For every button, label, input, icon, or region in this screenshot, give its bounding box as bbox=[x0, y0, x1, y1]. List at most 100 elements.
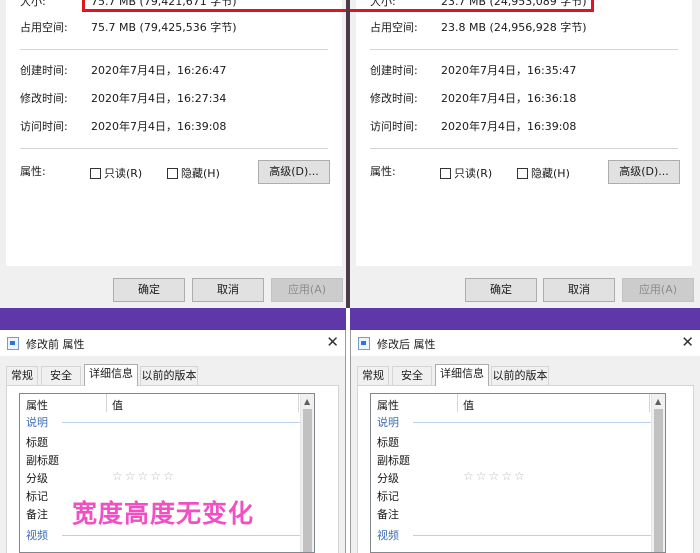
highlight-box bbox=[82, 0, 350, 12]
hidden-label: 隐藏(H) bbox=[531, 167, 570, 180]
divider-band bbox=[0, 308, 700, 330]
scroll-thumb[interactable] bbox=[654, 409, 663, 552]
tab-details[interactable]: 详细信息 bbox=[84, 364, 138, 386]
tab-previous-versions[interactable]: 以前的版本 bbox=[140, 366, 198, 385]
general-panel: 大小: 75.7 MB (79,421,671 字节) 占用空间: 75.7 M… bbox=[6, 0, 350, 266]
general-panel: 大小: 23.7 MB (24,953,089 字节) 占用空间: 23.8 M… bbox=[350, 0, 692, 266]
divider bbox=[370, 49, 678, 50]
list-item[interactable]: 标题 bbox=[26, 434, 48, 450]
section-header-video: 视频 bbox=[377, 527, 653, 543]
modified-value: 2020年7月4日，16:27:34 bbox=[91, 92, 227, 105]
section-line bbox=[413, 535, 653, 536]
column-property[interactable]: 属性 bbox=[377, 397, 399, 413]
section-line bbox=[62, 535, 302, 536]
column-separator[interactable] bbox=[298, 394, 299, 412]
disk-size-label: 占用空间: bbox=[20, 21, 68, 34]
modified-label: 修改时间: bbox=[370, 92, 418, 105]
file-properties-icon bbox=[7, 337, 19, 350]
tab-security[interactable]: 安全 bbox=[392, 366, 432, 385]
hidden-checkbox[interactable]: 隐藏(H) bbox=[167, 166, 220, 180]
section-label: 说明 bbox=[377, 416, 399, 429]
ok-button[interactable]: 确定 bbox=[113, 278, 185, 302]
band-gap bbox=[346, 308, 350, 330]
checkbox-unchecked-icon[interactable] bbox=[90, 167, 101, 179]
section-header-description: 说明 bbox=[26, 414, 302, 430]
properties-dialog-after: 修改后 属性 ✕ 常规 安全 详细信息 以前的版本 属性 值 说明 标题 副标题… bbox=[350, 330, 700, 553]
checkbox-unchecked-icon[interactable] bbox=[167, 167, 178, 179]
apply-button[interactable]: 应用(A) bbox=[271, 278, 343, 302]
column-value[interactable]: 值 bbox=[463, 397, 474, 413]
disk-size-value: 75.7 MB (79,425,536 字节) bbox=[91, 21, 237, 34]
vertical-scrollbar[interactable]: ▲ bbox=[651, 394, 665, 552]
section-header-description: 说明 bbox=[377, 414, 653, 430]
list-item[interactable]: 分级 bbox=[377, 470, 399, 486]
accessed-label: 访问时间: bbox=[20, 120, 68, 133]
tab-general[interactable]: 常规 bbox=[6, 366, 38, 385]
divider bbox=[20, 148, 328, 149]
column-separator[interactable] bbox=[106, 394, 107, 412]
scroll-up-arrow-icon[interactable]: ▲ bbox=[304, 397, 310, 406]
cancel-button[interactable]: 取消 bbox=[543, 278, 615, 302]
tab-security[interactable]: 安全 bbox=[41, 366, 81, 385]
section-header-video: 视频 bbox=[26, 527, 302, 543]
section-label: 视频 bbox=[26, 529, 48, 542]
section-label: 视频 bbox=[377, 529, 399, 542]
readonly-checkbox[interactable]: 只读(R) bbox=[440, 166, 492, 180]
scroll-thumb[interactable] bbox=[303, 409, 312, 552]
modified-label: 修改时间: bbox=[20, 92, 68, 105]
title-bar[interactable]: 修改后 属性 ✕ bbox=[351, 330, 700, 356]
dialog-title: 修改前 属性 bbox=[26, 338, 85, 351]
close-icon[interactable]: ✕ bbox=[681, 333, 694, 351]
ok-button[interactable]: 确定 bbox=[465, 278, 537, 302]
advanced-button[interactable]: 高级(D)... bbox=[258, 160, 330, 184]
divider bbox=[370, 148, 678, 149]
checkbox-unchecked-icon[interactable] bbox=[440, 167, 451, 179]
column-separator[interactable] bbox=[649, 394, 650, 412]
list-item[interactable]: 标题 bbox=[377, 434, 399, 450]
advanced-button[interactable]: 高级(D)... bbox=[608, 160, 680, 184]
list-item[interactable]: 备注 bbox=[377, 506, 399, 522]
cancel-button[interactable]: 取消 bbox=[192, 278, 264, 302]
annotation-caption: 宽度高度无变化 bbox=[72, 499, 255, 528]
close-icon[interactable]: ✕ bbox=[326, 333, 339, 351]
section-line bbox=[62, 422, 302, 423]
tab-general[interactable]: 常规 bbox=[357, 366, 389, 385]
created-value: 2020年7月4日，16:35:47 bbox=[441, 64, 577, 77]
rating-stars[interactable]: ☆☆☆☆☆ bbox=[112, 469, 176, 483]
divider bbox=[20, 49, 328, 50]
file-properties-icon bbox=[358, 337, 370, 350]
list-item[interactable]: 标记 bbox=[377, 488, 399, 504]
rating-stars[interactable]: ☆☆☆☆☆ bbox=[463, 469, 527, 483]
accessed-value: 2020年7月4日，16:39:08 bbox=[441, 120, 577, 133]
title-bar[interactable]: 修改前 属性 ✕ bbox=[0, 330, 345, 356]
tab-details[interactable]: 详细信息 bbox=[435, 364, 489, 386]
apply-button[interactable]: 应用(A) bbox=[622, 278, 694, 302]
details-list[interactable]: 属性 值 说明 标题 副标题 分级 ☆☆☆☆☆ 标记 备注 视频 ▲ bbox=[370, 393, 666, 553]
dialog-title: 修改后 属性 bbox=[377, 338, 436, 351]
list-item[interactable]: 副标题 bbox=[26, 452, 59, 468]
column-separator[interactable] bbox=[457, 394, 458, 412]
properties-general-after: 大小: 23.7 MB (24,953,089 字节) 占用空间: 23.8 M… bbox=[350, 0, 700, 308]
scroll-up-arrow-icon[interactable]: ▲ bbox=[655, 397, 661, 406]
created-value: 2020年7月4日，16:26:47 bbox=[91, 64, 227, 77]
attributes-label: 属性: bbox=[20, 165, 46, 178]
list-item[interactable]: 副标题 bbox=[377, 452, 410, 468]
list-item[interactable]: 备注 bbox=[26, 506, 48, 522]
size-label: 大小: bbox=[20, 0, 46, 8]
readonly-label: 只读(R) bbox=[104, 167, 143, 180]
column-property[interactable]: 属性 bbox=[26, 397, 48, 413]
readonly-checkbox[interactable]: 只读(R) bbox=[90, 166, 142, 180]
disk-size-value: 23.8 MB (24,956,928 字节) bbox=[441, 21, 587, 34]
highlight-box bbox=[350, 0, 594, 12]
vertical-scrollbar[interactable]: ▲ bbox=[300, 394, 314, 552]
list-item[interactable]: 分级 bbox=[26, 470, 48, 486]
section-label: 说明 bbox=[26, 416, 48, 429]
disk-size-label: 占用空间: bbox=[370, 21, 418, 34]
readonly-label: 只读(R) bbox=[454, 167, 493, 180]
checkbox-unchecked-icon[interactable] bbox=[517, 167, 528, 179]
tab-previous-versions[interactable]: 以前的版本 bbox=[491, 366, 549, 385]
properties-general-before: 大小: 75.7 MB (79,421,671 字节) 占用空间: 75.7 M… bbox=[0, 0, 350, 308]
column-value[interactable]: 值 bbox=[112, 397, 123, 413]
list-item[interactable]: 标记 bbox=[26, 488, 48, 504]
hidden-checkbox[interactable]: 隐藏(H) bbox=[517, 166, 570, 180]
